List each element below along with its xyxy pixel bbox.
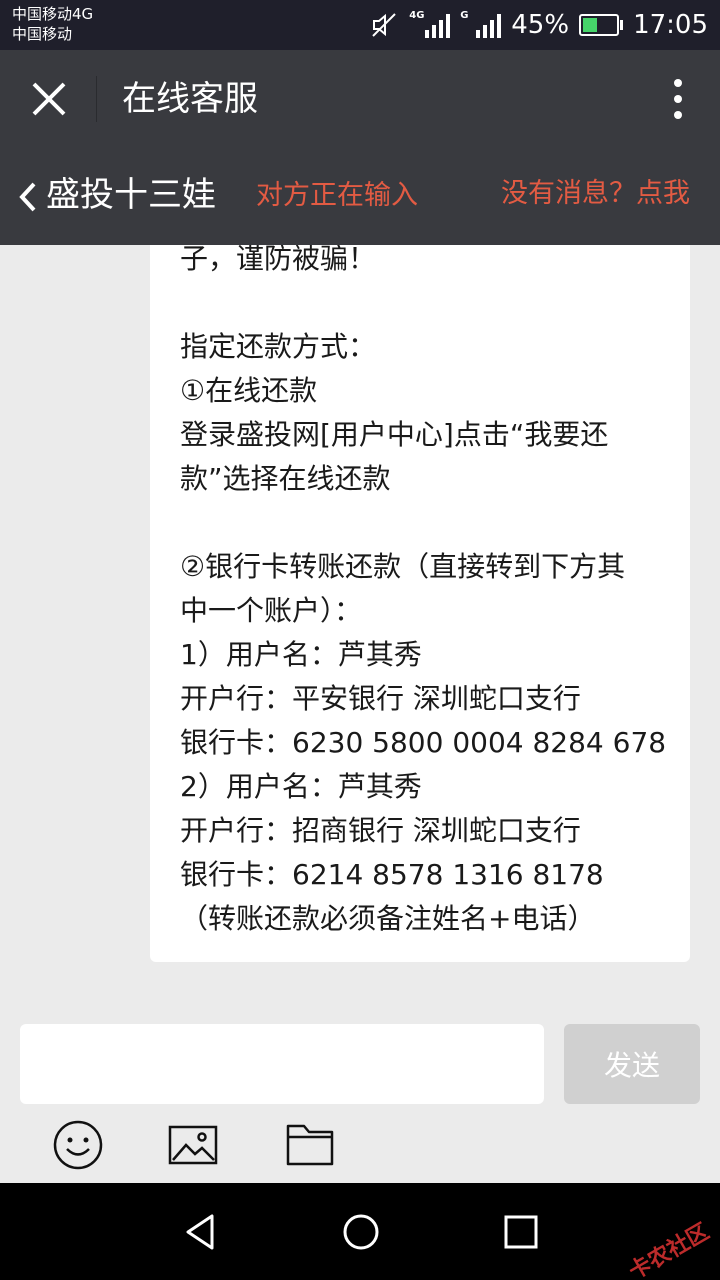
nav-bar: 卡农社区 bbox=[0, 1183, 720, 1280]
send-button[interactable]: 发送 bbox=[564, 1024, 700, 1104]
network-type-1: 4G bbox=[409, 10, 425, 21]
contact-name[interactable]: 盛投十三娃 bbox=[46, 171, 216, 219]
message-line bbox=[180, 281, 660, 325]
title-bar: 在线客服 bbox=[0, 50, 720, 148]
chat-header: 盛投十三娃 对方正在输入 没有消息？点我 bbox=[0, 148, 720, 245]
carrier-1: 中国移动4G bbox=[12, 5, 94, 23]
battery-icon bbox=[579, 14, 624, 36]
signal-icon-2: G bbox=[460, 10, 502, 38]
title-divider bbox=[96, 76, 97, 122]
image-icon[interactable] bbox=[166, 1118, 220, 1172]
message-line: 子，谨防被骗！ bbox=[180, 245, 377, 275]
page-title: 在线客服 bbox=[122, 79, 258, 119]
message-line: 银行卡：6230 5800 0004 8284 678 bbox=[180, 726, 667, 759]
message-line: 中一个账户）： bbox=[180, 594, 363, 627]
message-input[interactable] bbox=[20, 1024, 544, 1104]
message-line: 登录盛投网[用户中心]点击“我要还 bbox=[180, 418, 609, 451]
battery-percent: 45% bbox=[511, 10, 570, 40]
emoji-icon[interactable] bbox=[51, 1118, 105, 1172]
no-message-link[interactable]: 没有消息？点我 bbox=[501, 174, 690, 214]
message-line: ①在线还款 bbox=[180, 374, 318, 407]
message-line: 银行卡：6214 8578 1316 8178 bbox=[180, 858, 604, 891]
typing-status: 对方正在输入 bbox=[256, 180, 418, 211]
signal-icon-1: 4G bbox=[409, 10, 451, 38]
message-line: 开户行：平安银行 深圳蛇口支行 bbox=[180, 682, 581, 715]
battery-fill bbox=[583, 18, 598, 32]
message-bubble: 子，谨防被骗！ 指定还款方式： ①在线还款登录盛投网[用户中心]点击“我要还 款”选择… bbox=[150, 245, 690, 962]
watermark: 卡农社区 bbox=[624, 1219, 714, 1280]
close-icon[interactable] bbox=[22, 72, 76, 126]
message-line: 2）用户名：芦其秀 bbox=[180, 770, 422, 803]
carrier-2: 中国移动 bbox=[12, 25, 73, 43]
network-type-2: G bbox=[460, 10, 469, 21]
message-line: （转账还款必须备注姓名+电话） bbox=[180, 902, 596, 935]
more-vertical-icon[interactable] bbox=[666, 76, 690, 122]
status-bar: 中国移动4G 中国移动 4G G 45% 17:05 bbox=[0, 0, 720, 50]
status-icons: 4G G 45% 17:05 bbox=[369, 0, 708, 50]
home-circle-icon[interactable] bbox=[340, 1211, 382, 1253]
chat-area[interactable]: 子，谨防被骗！ 指定还款方式： ①在线还款登录盛投网[用户中心]点击“我要还 款”选择… bbox=[0, 245, 720, 1005]
message-line bbox=[180, 501, 660, 545]
carrier-info: 中国移动4G 中国移动 bbox=[12, 4, 93, 44]
recents-square-icon[interactable] bbox=[500, 1211, 542, 1253]
back-triangle-icon[interactable] bbox=[180, 1211, 222, 1253]
message-line: 款”选择在线还款 bbox=[180, 462, 391, 495]
chevron-left-icon[interactable] bbox=[16, 178, 42, 216]
folder-icon[interactable] bbox=[283, 1118, 337, 1172]
message-line: 指定还款方式： bbox=[180, 330, 377, 363]
clock: 17:05 bbox=[633, 10, 708, 40]
message-line: ②银行卡转账还款（直接转到下方其 bbox=[180, 550, 626, 583]
message-line: 开户行：招商银行 深圳蛇口支行 bbox=[180, 814, 581, 847]
input-area: 发送 bbox=[0, 1005, 720, 1183]
message-line: 1）用户名：芦其秀 bbox=[180, 638, 422, 671]
mute-icon bbox=[372, 13, 396, 37]
